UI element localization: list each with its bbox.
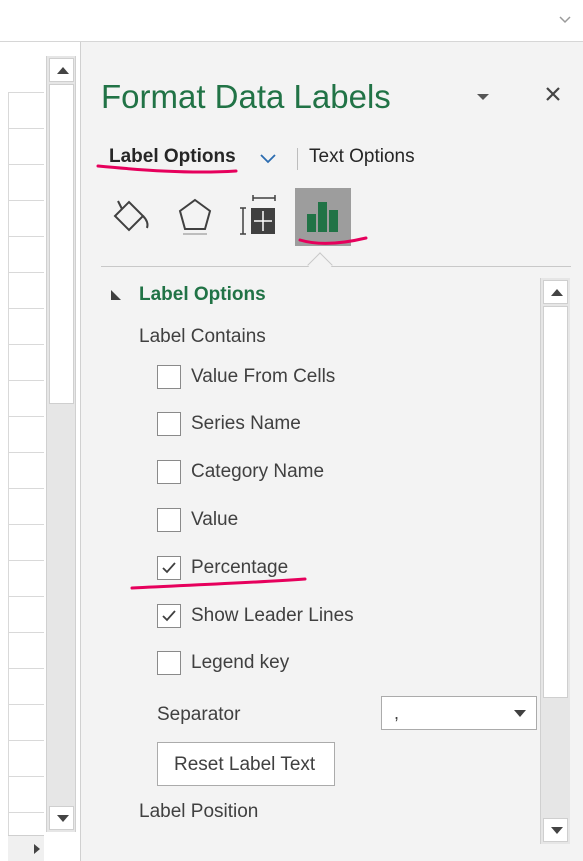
scroll-up-button[interactable] [49,58,74,82]
checkbox[interactable] [157,556,181,580]
sheet-nav-bar [8,835,44,861]
separator-value: , [394,703,400,723]
grid-row-line [8,560,44,561]
sheet-vertical-scrollbar[interactable] [46,56,76,832]
checkbox[interactable] [157,412,181,436]
reset-label-text-button[interactable]: Reset Label Text [157,742,335,786]
tab-label-options[interactable]: Label Options [109,146,236,168]
chevron-down-icon[interactable] [259,152,277,166]
size-properties-button[interactable] [231,188,287,246]
top-bar [0,0,583,42]
grid-row-line [8,740,44,741]
grid-row-line [8,272,44,273]
grid-row-line [8,236,44,237]
checkbox[interactable] [157,604,181,628]
section-title[interactable]: Label Options [139,284,266,306]
checkbox-label: Legend key [191,652,290,673]
fill-line-icon [113,200,149,232]
scroll-up-button[interactable] [543,280,568,304]
checkbox-label: Category Name [191,461,325,482]
arrow-down-icon [551,827,563,834]
tab-divider [297,148,298,170]
grid-row-line [8,128,44,129]
grid-row-line [8,776,44,777]
checkbox-label: Value [191,509,239,530]
pane-title: Format Data Labels [101,78,391,115]
arrow-down-icon [57,815,69,822]
fill-line-button[interactable] [105,188,161,246]
size-properties-icon [240,195,276,235]
effects-button[interactable] [167,188,223,246]
scroll-thumb[interactable] [49,84,74,404]
grid-row-line [8,92,44,93]
reset-button-label: Reset Label Text [174,754,316,775]
checkmark-icon [162,562,176,574]
separator-label: Separator [157,704,241,725]
checkmark-icon [162,610,176,622]
options-tabs: Label Options Text Options [109,144,469,174]
checkbox-series-name[interactable]: Series Name [157,412,457,438]
checkbox-label: Percentage [191,557,289,578]
grid-row-line [8,308,44,309]
label-options-button[interactable] [295,188,351,246]
format-category-icons [101,188,401,250]
close-icon[interactable] [543,84,563,104]
grid-row-line [8,812,44,813]
checkbox[interactable] [157,508,181,532]
grid-row-line [8,632,44,633]
grid-row-line [8,416,44,417]
scroll-down-button[interactable] [543,818,568,842]
grid-row-line [8,524,44,525]
checkbox-value-from-cells[interactable]: Value From Cells [157,365,457,391]
dropdown-arrow-icon [514,710,526,717]
arrow-up-icon [57,67,69,74]
grid-row-line [8,344,44,345]
selected-indicator [307,252,333,278]
label-position-heading: Label Position [139,801,259,822]
task-pane-options-icon[interactable] [473,86,493,106]
separator-dropdown[interactable]: , [381,696,537,730]
label-options-icon [307,202,338,232]
sheet-grid [0,42,44,861]
checkbox[interactable] [157,460,181,484]
grid-row-line [8,704,44,705]
checkbox-legend-key[interactable]: Legend key [157,651,457,677]
label-contains-heading: Label Contains [139,326,266,347]
scroll-thumb[interactable] [543,306,568,698]
checkbox[interactable] [157,651,181,675]
grid-row-line [8,200,44,201]
section-divider [101,266,571,267]
effects-icon [178,198,212,235]
checkbox-label: Value From Cells [191,366,336,387]
chevron-down-icon[interactable] [557,12,573,28]
checkbox-percentage[interactable]: Percentage [157,556,457,582]
scroll-right-icon[interactable] [34,844,40,854]
pane-vertical-scrollbar[interactable] [540,278,570,844]
checkbox-category-name[interactable]: Category Name [157,460,457,486]
arrow-up-icon [551,289,563,296]
grid-column-line [8,92,9,852]
grid-row-line [8,452,44,453]
tab-text-options[interactable]: Text Options [309,146,415,168]
grid-row-line [8,596,44,597]
scroll-down-button[interactable] [49,806,74,830]
checkbox-label: Show Leader Lines [191,605,354,626]
format-data-labels-pane: Format Data Labels Label Options Text Op… [80,42,583,861]
collapse-arrow-icon[interactable] [111,290,121,300]
checkbox-show-leader-lines[interactable]: Show Leader Lines [157,604,457,630]
checkbox[interactable] [157,365,181,389]
grid-row-line [8,164,44,165]
checkbox-value[interactable]: Value [157,508,457,534]
checkbox-label: Series Name [191,413,301,434]
grid-row-line [8,668,44,669]
grid-row-line [8,380,44,381]
grid-row-line [8,488,44,489]
